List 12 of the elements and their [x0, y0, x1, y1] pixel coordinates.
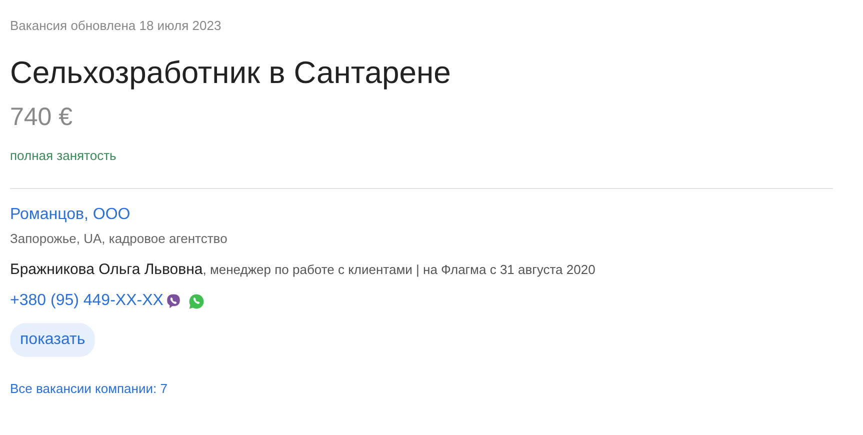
phone-bubble-icon[interactable] [165, 292, 182, 310]
employment-type: полная занятость [10, 147, 118, 165]
show-button[interactable]: показать [10, 323, 96, 357]
all-vacancies-link[interactable]: Все вакансии компании: 7 [10, 379, 168, 399]
phone-link[interactable]: +380 (95) 449-XX-XX [10, 290, 164, 312]
salary: 740 € [10, 102, 74, 132]
contact-name: Бражникова Ольга Львовна [10, 260, 203, 280]
company-details: Запорожье, UA, кадровое агентство [10, 230, 228, 248]
contact-role: , менеджер по работе с клиентами | на Флагма с 31 августа 2020 [202, 261, 596, 279]
company-link[interactable]: Романцов, ООО [10, 204, 130, 226]
job-title: Сельхозработник в Сантарене [10, 54, 452, 92]
updated-date: Вакансия обновлена 18 июля 2023 [10, 17, 222, 35]
